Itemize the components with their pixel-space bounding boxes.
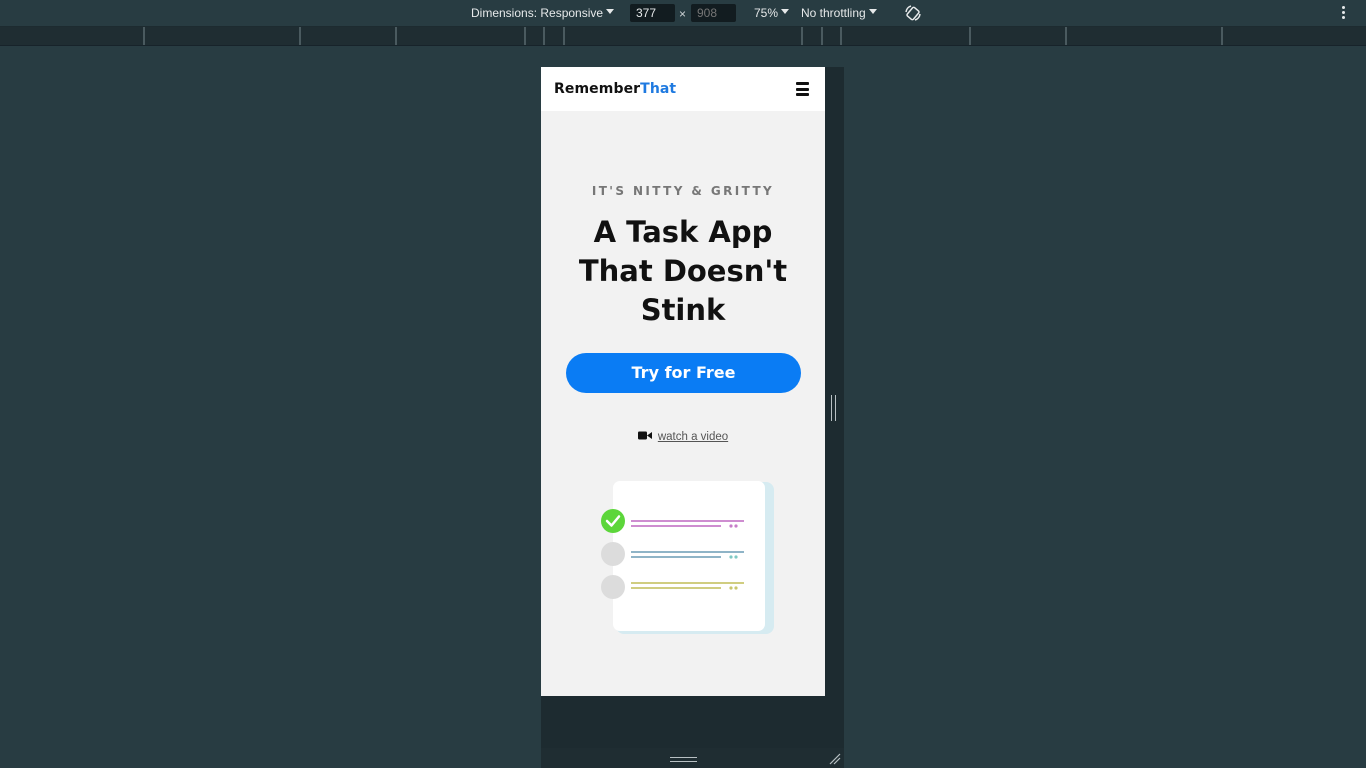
hamburger-menu-icon[interactable] [796,82,809,96]
media-query-marker[interactable] [969,27,971,45]
media-query-marker[interactable] [801,27,803,45]
logo-accent: That [640,81,677,97]
rotate-icon[interactable] [904,4,922,22]
chevron-down-icon [781,9,790,15]
media-query-marker[interactable] [524,27,526,45]
dimensions-label: Dimensions: Responsive [471,6,604,20]
logo-main: Remember [554,81,641,97]
throttling-dropdown[interactable]: No throttling [801,6,877,20]
video-camera-icon [637,431,652,440]
media-query-marker[interactable] [299,27,301,45]
dimensions-dropdown[interactable]: Dimensions: Responsive [471,6,615,20]
media-query-marker[interactable] [1065,27,1067,45]
device-toolbar: Dimensions: Responsive × 75% No throttli… [0,0,1366,27]
watch-video-label: watch a video [657,431,729,443]
task-list-illustration [601,481,774,634]
device-overflow-area [541,696,825,748]
hero-eyebrow: IT'S NITTY & GRITTY [591,184,775,198]
watch-video-link[interactable]: watch a video [541,431,825,443]
more-vert-icon[interactable] [1342,6,1346,20]
zoom-label: 75% [754,6,779,20]
chevron-down-icon [606,9,615,15]
media-query-bar [0,27,1366,46]
check-icon [601,509,625,533]
resize-grip-right[interactable] [831,395,836,421]
dimension-separator: × [679,7,687,21]
media-query-marker[interactable] [821,27,823,45]
try-for-free-button[interactable]: Try for Free [566,353,801,393]
height-input[interactable] [691,4,736,22]
site-logo[interactable]: RememberThat [554,81,676,97]
hero-headline: A Task App That Doesn't Stink [578,215,788,327]
chevron-down-icon [868,9,877,15]
media-query-marker[interactable] [143,27,145,45]
throttling-label: No throttling [801,6,866,20]
resize-grip-bottom[interactable] [670,757,697,762]
site-navbar: RememberThat [541,67,825,111]
zoom-dropdown[interactable]: 75% [754,6,790,20]
media-query-marker[interactable] [543,27,545,45]
resize-corner-icon[interactable] [828,752,842,766]
media-query-marker[interactable] [1221,27,1223,45]
device-viewport: RememberThat IT'S NITTY & GRITTY A Task … [541,67,825,696]
media-query-marker[interactable] [395,27,397,45]
width-input[interactable] [630,4,675,22]
media-query-marker[interactable] [563,27,565,45]
media-query-marker[interactable] [840,27,842,45]
